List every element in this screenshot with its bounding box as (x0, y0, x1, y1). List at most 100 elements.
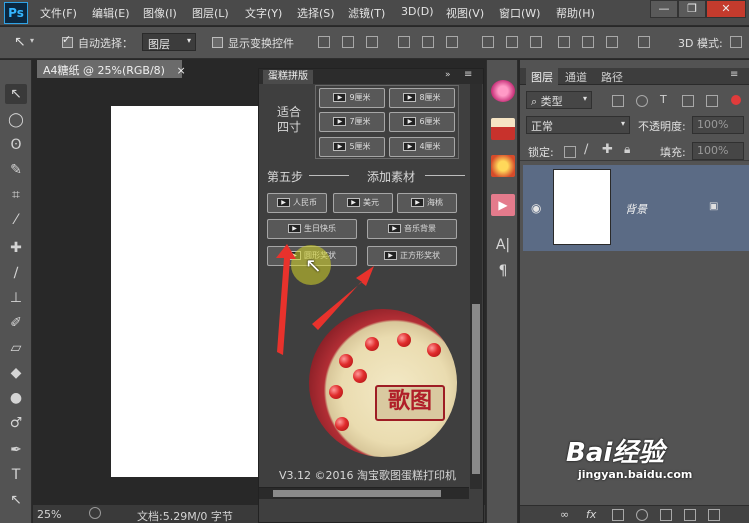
show-transform-checkbox[interactable] (212, 37, 223, 48)
menu-help[interactable]: 帮助(H) (556, 5, 595, 21)
blur-tool-icon[interactable]: ● (5, 388, 27, 408)
pixel-filter-icon[interactable] (612, 95, 624, 107)
new-group-icon[interactable] (660, 509, 672, 521)
distribute-left-icon[interactable] (558, 36, 570, 48)
delete-layer-icon[interactable] (708, 509, 720, 521)
move-tool-icon[interactable]: ↖ (5, 84, 27, 104)
vertical-scrollbar[interactable] (470, 84, 482, 489)
happy-birthday-button[interactable]: ▶ 生日快乐 (267, 219, 357, 239)
distribute-right-icon[interactable] (606, 36, 618, 48)
align-hcenter-icon[interactable] (422, 36, 434, 48)
cake-icon[interactable] (491, 118, 515, 140)
adjustment-filter-icon[interactable] (636, 95, 648, 107)
brush-tool-icon[interactable]: ∕ (5, 263, 27, 283)
dodge-tool-icon[interactable]: ♂ (5, 413, 27, 433)
fill-input[interactable]: 100% (692, 142, 744, 160)
crop-tool-icon[interactable]: ⌗ (5, 185, 27, 205)
align-vcenter-icon[interactable] (342, 36, 354, 48)
paragraph-panel-icon[interactable]: ¶ (491, 260, 515, 282)
opacity-input[interactable]: 100% (692, 116, 744, 134)
lock-transparent-icon[interactable] (564, 146, 576, 158)
lock-pixels-icon[interactable]: ∕ (584, 142, 588, 157)
square-award-button[interactable]: ▶ 正方形奖状 (367, 246, 457, 266)
eyedropper-tool-icon[interactable]: ⁄ (5, 210, 27, 230)
tab-paths[interactable]: 路径 (596, 68, 628, 85)
smart-object-filter-icon[interactable] (706, 95, 718, 107)
menu-3d[interactable]: 3D(D) (401, 5, 434, 18)
auto-select-dropdown[interactable]: 图层 ▾ (142, 33, 196, 51)
plugin-tab[interactable]: 蛋糕拼版 (263, 70, 313, 84)
menu-window[interactable]: 窗口(W) (499, 5, 540, 21)
clone-stamp-tool-icon[interactable]: ⊥ (5, 288, 27, 308)
eraser-tool-icon[interactable]: ▱ (5, 338, 27, 358)
chevron-down-icon[interactable]: ▾ (30, 36, 34, 45)
quick-select-tool-icon[interactable]: ✎ (5, 160, 27, 180)
distribute-top-icon[interactable] (482, 36, 494, 48)
pen-tool-icon[interactable]: ✒ (5, 440, 27, 460)
character-panel-icon[interactable]: A| (491, 234, 515, 256)
adjustment-layer-icon[interactable] (636, 509, 648, 521)
zoom-level[interactable]: 25% (37, 508, 61, 521)
link-layers-icon[interactable]: ∞ (560, 508, 569, 521)
filter-toggle-icon[interactable] (731, 95, 741, 105)
size-7cm-button[interactable]: ▶ 7厘米 (319, 112, 385, 132)
scrollbar-thumb[interactable] (273, 490, 441, 497)
layer-filter-dropdown[interactable]: ⌕ 类型 ▾ (526, 91, 592, 109)
tab-channels[interactable]: 通道 (560, 68, 592, 85)
blend-mode-dropdown[interactable]: 正常 ▾ (526, 116, 630, 134)
size-8cm-button[interactable]: ▶ 8厘米 (389, 88, 455, 108)
close-button[interactable]: ✕ (706, 0, 746, 18)
document-tab[interactable]: A4糖纸 @ 25%(RGB/8) × (37, 60, 186, 78)
menu-file[interactable]: 文件(F) (40, 5, 77, 21)
document-canvas[interactable] (111, 106, 258, 477)
menu-select[interactable]: 选择(S) (297, 5, 335, 21)
paint-bucket-tool-icon[interactable]: ◆ (5, 363, 27, 383)
restore-button[interactable]: ❐ (678, 0, 706, 18)
status-info-icon[interactable] (89, 507, 101, 519)
menu-view[interactable]: 视图(V) (446, 5, 484, 21)
collapse-icon[interactable]: » (445, 70, 451, 80)
lasso-tool-icon[interactable]: ʘ (5, 135, 27, 155)
size-9cm-button[interactable]: ▶ 9厘米 (319, 88, 385, 108)
type-tool-icon[interactable]: T (5, 465, 27, 485)
new-layer-icon[interactable] (684, 509, 696, 521)
menu-layer[interactable]: 图层(L) (192, 5, 229, 21)
auto-align-icon[interactable] (638, 36, 650, 48)
layer-row[interactable]: ◉ 背景 ▣ (523, 165, 749, 251)
size-6cm-button[interactable]: ▶ 6厘米 (389, 112, 455, 132)
lollipop-icon[interactable] (491, 80, 515, 102)
layer-style-icon[interactable]: fx (586, 508, 596, 521)
panel-menu-icon[interactable]: ≡ (730, 69, 738, 80)
align-left-icon[interactable] (398, 36, 410, 48)
layer-mask-icon[interactable] (612, 509, 624, 521)
shape-filter-icon[interactable] (682, 95, 694, 107)
lock-all-icon[interactable]: 🔒︎ (624, 142, 630, 157)
move-tool-icon[interactable]: ↖ (14, 34, 26, 50)
tab-layers[interactable]: 图层 (526, 68, 558, 85)
visibility-eye-icon[interactable]: ◉ (531, 201, 541, 215)
haitao-button[interactable]: ▶ 海桃 (397, 193, 457, 213)
panel-menu-icon[interactable]: ≡ (464, 69, 472, 80)
type-filter-icon[interactable]: T (660, 93, 667, 106)
scrollbar-thumb[interactable] (472, 304, 480, 474)
close-tab-icon[interactable]: × (176, 64, 185, 77)
menu-edit[interactable]: 编辑(E) (92, 5, 130, 21)
menu-type[interactable]: 文字(Y) (245, 5, 282, 21)
3d-rotate-icon[interactable] (730, 36, 742, 48)
award-icon[interactable] (491, 155, 515, 177)
size-5cm-button[interactable]: ▶ 5厘米 (319, 137, 385, 157)
menu-image[interactable]: 图像(I) (143, 5, 177, 21)
align-right-icon[interactable] (446, 36, 458, 48)
size-4cm-button[interactable]: ▶ 4厘米 (389, 137, 455, 157)
path-select-tool-icon[interactable]: ↖ (5, 490, 27, 510)
history-brush-tool-icon[interactable]: ✐ (5, 313, 27, 333)
menu-filter[interactable]: 滤镜(T) (348, 5, 385, 21)
minimize-button[interactable]: — (650, 0, 678, 18)
rmb-button[interactable]: ▶ 人民币 (267, 193, 327, 213)
align-bottom-icon[interactable] (366, 36, 378, 48)
horizontal-scrollbar[interactable] (259, 487, 469, 499)
distribute-bottom-icon[interactable] (530, 36, 542, 48)
lock-position-icon[interactable]: ✚ (602, 142, 613, 157)
align-top-icon[interactable] (318, 36, 330, 48)
layer-name[interactable]: 背景 (625, 201, 647, 217)
